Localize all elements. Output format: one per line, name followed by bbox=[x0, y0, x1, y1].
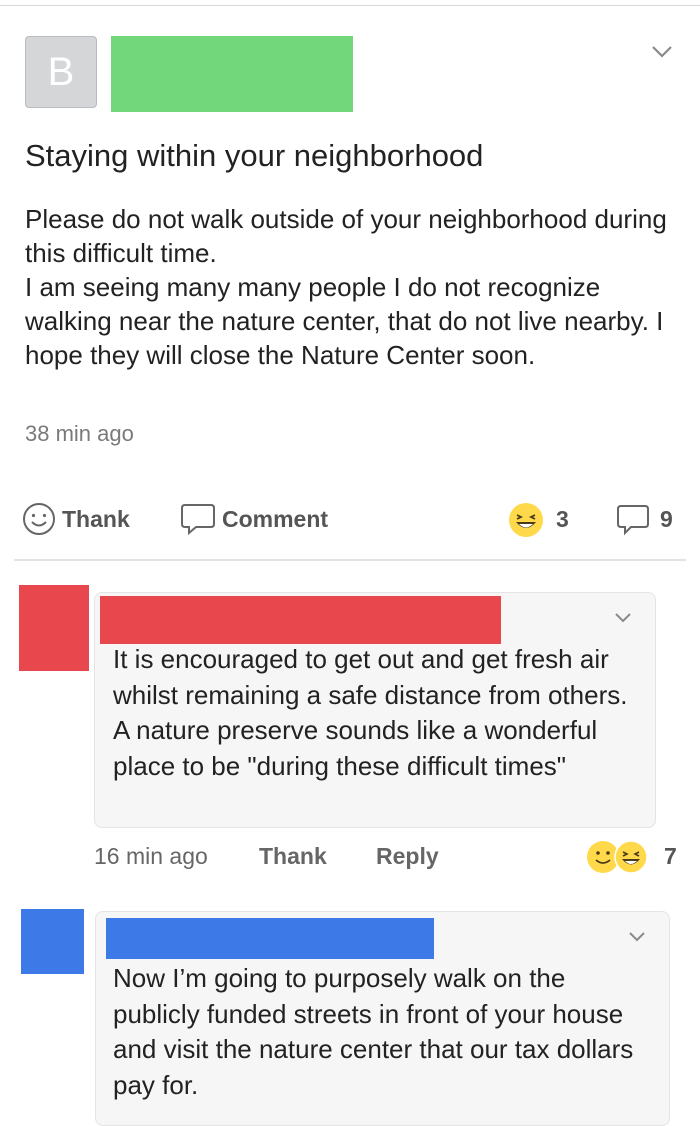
comment-button[interactable]: Comment bbox=[180, 502, 328, 536]
comment-thank-button[interactable]: Thank bbox=[259, 843, 327, 870]
author-name-redacted[interactable] bbox=[111, 36, 353, 112]
top-divider bbox=[0, 5, 700, 6]
comment-count-icon[interactable] bbox=[616, 504, 650, 536]
comment-text: Now I’m going to purposely walk on the p… bbox=[113, 963, 634, 1100]
smiley-icon bbox=[23, 503, 55, 535]
commenter-avatar-redacted[interactable] bbox=[19, 585, 89, 671]
avatar-initial: B bbox=[47, 49, 75, 94]
reaction-count: 3 bbox=[556, 506, 569, 532]
commenter-avatar-redacted[interactable] bbox=[21, 909, 84, 974]
reaction-emoji-icons[interactable] bbox=[586, 840, 648, 874]
thank-button[interactable]: Thank bbox=[22, 502, 130, 536]
post-body: Please do not walk outside of your neigh… bbox=[25, 204, 667, 370]
chevron-down-icon[interactable] bbox=[650, 44, 674, 60]
comment-reaction-count: 7 bbox=[664, 843, 677, 869]
commenter-name-redacted[interactable] bbox=[106, 918, 434, 959]
post-timestamp: 38 min ago bbox=[25, 421, 134, 446]
comment-timestamp: 16 min ago bbox=[94, 843, 208, 869]
author-avatar[interactable]: B bbox=[25, 36, 97, 108]
comment-text: It is encouraged to get out and get fres… bbox=[113, 644, 628, 781]
chevron-down-icon[interactable] bbox=[613, 611, 633, 625]
post-divider bbox=[14, 559, 686, 561]
thank-label: Thank bbox=[62, 505, 130, 532]
comment-reply-button[interactable]: Reply bbox=[376, 843, 439, 870]
commenter-name-redacted[interactable] bbox=[100, 596, 501, 644]
laugh-emoji-icon[interactable] bbox=[508, 502, 544, 538]
chevron-down-icon[interactable] bbox=[627, 930, 647, 944]
comment-label: Comment bbox=[222, 505, 329, 532]
comment-count: 9 bbox=[660, 506, 673, 532]
post-title: Staying within your neighborhood bbox=[25, 138, 484, 173]
comment-bubble-icon bbox=[181, 504, 215, 536]
